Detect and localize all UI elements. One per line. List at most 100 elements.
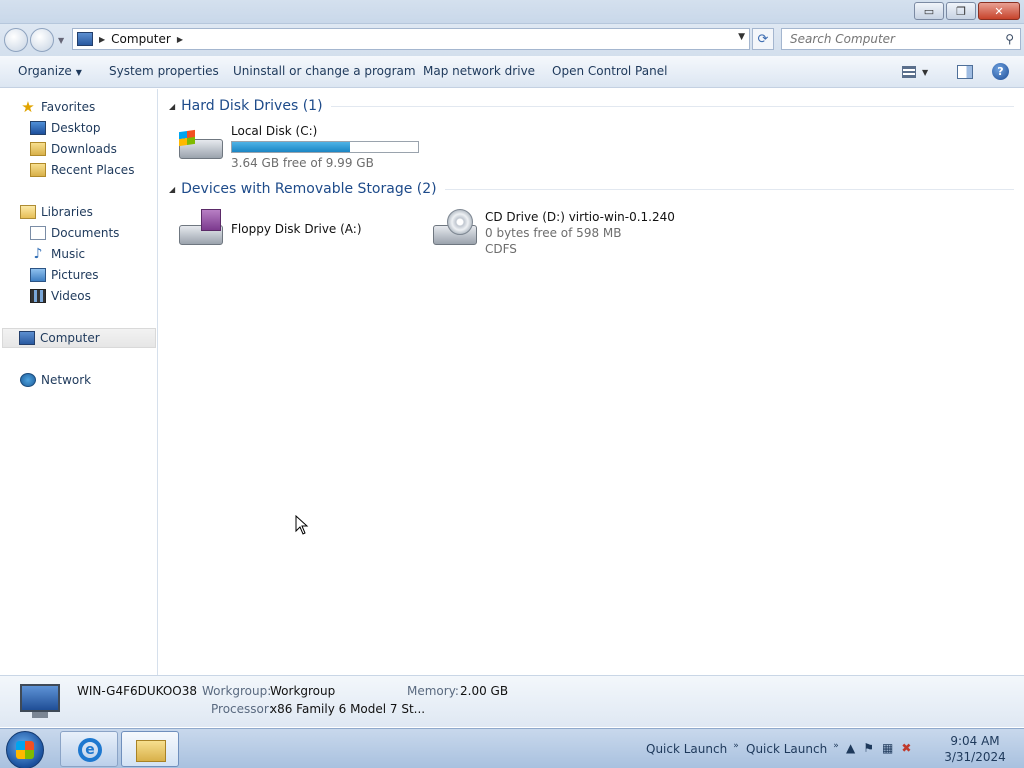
- computer-icon: [18, 684, 62, 720]
- clock[interactable]: 9:04 AM 3/31/2024: [940, 733, 1010, 765]
- group-title: Hard Disk Drives (1): [181, 98, 323, 114]
- minimize-button[interactable]: ▭: [914, 2, 944, 20]
- maximize-button[interactable]: ❐: [946, 2, 976, 20]
- details-pane: WIN-G4F6DUKOO38 Workgroup: Workgroup Mem…: [0, 675, 1024, 727]
- drive-info: CD Drive (D:) virtio-win-0.1.240 0 bytes…: [485, 209, 675, 257]
- search-box[interactable]: ⚲: [781, 28, 1021, 50]
- recent-places-icon: [30, 163, 46, 177]
- nav-desktop[interactable]: Desktop: [30, 118, 101, 138]
- group-title: Devices with Removable Storage (2): [181, 181, 437, 197]
- command-bar: Organize ▼ System properties Uninstall or…: [0, 56, 1024, 88]
- nav-computer[interactable]: Computer: [2, 328, 156, 348]
- processor-value: x86 Family 6 Model 7 St...: [270, 702, 426, 716]
- back-button[interactable]: [4, 28, 28, 52]
- organize-menu[interactable]: Organize ▼: [18, 64, 82, 78]
- workgroup-value: Workgroup: [270, 684, 336, 698]
- show-hidden-icons-icon[interactable]: ▲: [846, 741, 855, 755]
- processor-label: Processor:: [211, 702, 273, 716]
- chevron-icon: »: [733, 741, 739, 751]
- libraries-icon: [20, 205, 36, 219]
- clock-time: 9:04 AM: [950, 734, 1000, 748]
- address-bar[interactable]: ▶ Computer ▶ ▼: [72, 28, 750, 50]
- search-icon[interactable]: ⚲: [1005, 32, 1014, 46]
- quick-launch-toolbar-1[interactable]: Quick Launch »: [646, 741, 739, 756]
- nav-recent-places[interactable]: Recent Places: [30, 160, 134, 180]
- address-dropdown-icon[interactable]: ▼: [738, 32, 745, 42]
- drive-info: Floppy Disk Drive (A:): [231, 209, 362, 251]
- drive-local-disk-c[interactable]: Local Disk (C:) 3.64 GB free of 9.99 GB: [177, 123, 419, 171]
- taskbar-windows-explorer[interactable]: [121, 731, 179, 767]
- clock-date: 3/31/2024: [944, 750, 1006, 764]
- music-icon: ♪: [33, 246, 43, 262]
- drive-free-space: 0 bytes free of 598 MB: [485, 226, 622, 240]
- computer-name: WIN-G4F6DUKOO38: [77, 684, 198, 698]
- preview-pane-icon[interactable]: [957, 65, 973, 79]
- nav-label: Pictures: [51, 268, 99, 282]
- floppy-drive-icon: [177, 209, 225, 251]
- network-icon: [20, 373, 36, 387]
- nav-music[interactable]: ♪ Music: [30, 244, 86, 264]
- map-network-drive-button[interactable]: Map network drive: [423, 64, 535, 78]
- drive-name: Local Disk (C:): [231, 124, 318, 138]
- system-tray: ▲ ⚑ ▦ ✖: [846, 741, 911, 755]
- content-pane: ◢ Hard Disk Drives (1) Local Disk (C:) 3…: [159, 89, 1024, 675]
- drive-name: Floppy Disk Drive (A:): [231, 222, 362, 236]
- action-center-flag-icon[interactable]: ⚑: [863, 741, 874, 755]
- refresh-button[interactable]: ⟳: [752, 28, 774, 50]
- nav-libraries[interactable]: Libraries: [20, 202, 93, 222]
- group-header-removable-storage[interactable]: ◢ Devices with Removable Storage (2): [169, 181, 1014, 197]
- memory-label: Memory:: [407, 684, 459, 698]
- disk-usage-bar: [231, 141, 419, 153]
- drive-info: Local Disk (C:) 3.64 GB free of 9.99 GB: [231, 123, 419, 171]
- quick-launch-label: Quick Launch: [746, 742, 828, 756]
- change-view-button[interactable]: ▼: [902, 64, 938, 80]
- start-button[interactable]: [6, 731, 44, 768]
- organize-label: Organize: [18, 64, 72, 78]
- collapse-triangle-icon[interactable]: ◢: [169, 185, 175, 194]
- nav-label: Favorites: [41, 100, 96, 114]
- group-header-hard-disk-drives[interactable]: ◢ Hard Disk Drives (1): [169, 98, 1014, 114]
- cd-drive-icon: [431, 209, 479, 251]
- breadcrumb-arrow-icon[interactable]: ▶: [177, 35, 183, 44]
- nav-label: Videos: [51, 289, 91, 303]
- computer-icon: [19, 331, 35, 345]
- nav-pictures[interactable]: Pictures: [30, 265, 99, 285]
- search-input[interactable]: [790, 32, 990, 46]
- address-row: ▼ ▶ Computer ▶ ▼ ⟳ ⚲: [0, 24, 1024, 56]
- open-control-panel-button[interactable]: Open Control Panel: [552, 64, 667, 78]
- nav-network[interactable]: Network: [20, 370, 91, 390]
- nav-label: Music: [51, 247, 86, 261]
- nav-label: Network: [41, 373, 92, 387]
- title-bar: ▭ ❐ ✕: [0, 0, 1024, 24]
- uninstall-program-button[interactable]: Uninstall or change a program: [233, 64, 416, 78]
- collapse-triangle-icon[interactable]: ◢: [169, 102, 175, 111]
- hard-drive-icon: [177, 123, 225, 165]
- close-button[interactable]: ✕: [978, 2, 1020, 20]
- nav-downloads[interactable]: Downloads: [30, 139, 117, 159]
- drive-cd-d[interactable]: CD Drive (D:) virtio-win-0.1.240 0 bytes…: [431, 209, 675, 257]
- desktop-icon: [30, 121, 46, 135]
- quick-launch-label: Quick Launch: [646, 742, 728, 756]
- nav-label: Desktop: [51, 121, 101, 135]
- breadcrumb-computer[interactable]: Computer: [111, 32, 171, 46]
- network-status-icon[interactable]: ▦: [882, 741, 893, 755]
- quick-launch-toolbar-2[interactable]: Quick Launch »: [746, 741, 839, 756]
- chevron-down-icon: ▼: [75, 68, 82, 77]
- breadcrumb-arrow-icon[interactable]: ▶: [99, 35, 105, 44]
- nav-label: Computer: [40, 331, 100, 345]
- nav-favorites[interactable]: ★ Favorites: [20, 97, 95, 117]
- system-properties-button[interactable]: System properties: [109, 64, 219, 78]
- pictures-icon: [30, 268, 46, 282]
- nav-documents[interactable]: Documents: [30, 223, 119, 243]
- nav-videos[interactable]: Videos: [30, 286, 91, 306]
- drive-floppy-a[interactable]: Floppy Disk Drive (A:): [177, 209, 362, 251]
- view-icon: [902, 66, 916, 78]
- drive-filesystem: CDFS: [485, 242, 517, 256]
- volume-muted-icon[interactable]: ✖: [901, 741, 911, 755]
- windows-logo-icon: [16, 741, 34, 759]
- disk-usage-fill: [232, 142, 351, 152]
- recent-pages-dropdown[interactable]: ▼: [58, 36, 64, 45]
- help-icon[interactable]: ?: [992, 63, 1009, 80]
- forward-button[interactable]: [30, 28, 54, 52]
- taskbar-internet-explorer[interactable]: e: [60, 731, 118, 767]
